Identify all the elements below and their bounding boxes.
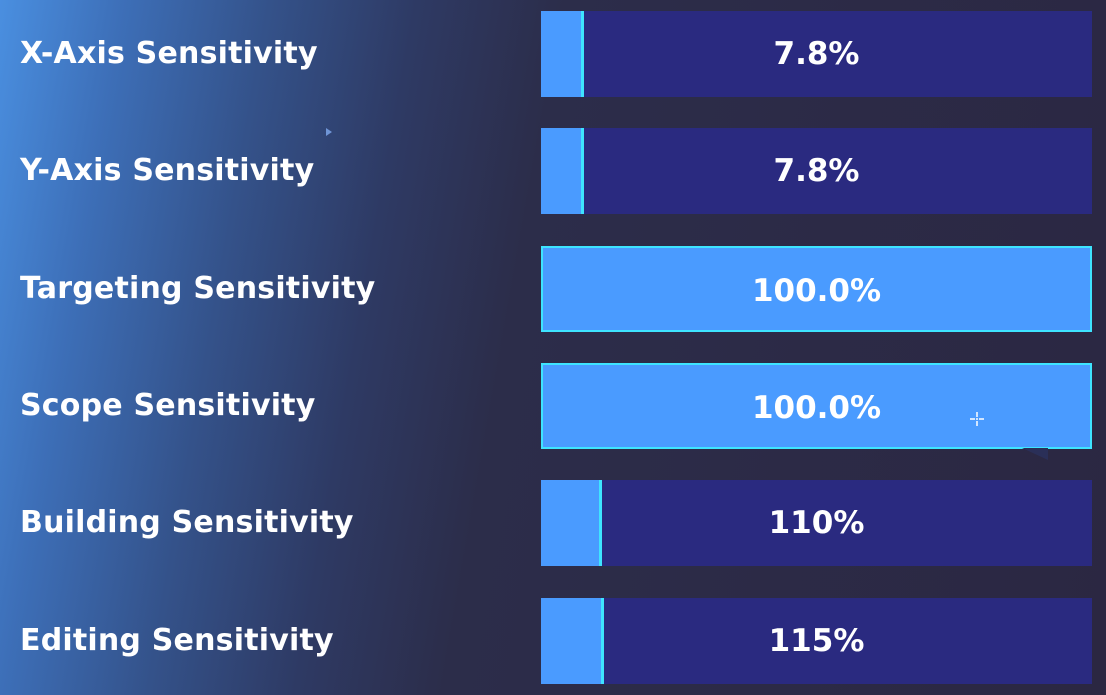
setting-label: X-Axis Sensitivity <box>20 36 318 71</box>
slider-value: 100.0% <box>751 390 882 426</box>
setting-row-y-axis-sensitivity: Y-Axis Sensitivity 7.8% <box>0 128 1106 214</box>
setting-label: Building Sensitivity <box>20 505 354 540</box>
targeting-sensitivity-slider[interactable]: 100.0% <box>541 246 1092 332</box>
crosshair-cursor-icon <box>970 412 984 426</box>
editing-sensitivity-slider[interactable]: 115% <box>541 598 1092 684</box>
setting-row-scope-sensitivity: Scope Sensitivity 100.0% <box>0 363 1106 449</box>
y-axis-sensitivity-slider[interactable]: 7.8% <box>541 128 1092 214</box>
setting-row-editing-sensitivity: Editing Sensitivity 115% <box>0 598 1106 684</box>
setting-row-targeting-sensitivity: Targeting Sensitivity 100.0% <box>0 246 1106 332</box>
decorative-arrow-icon <box>326 128 332 136</box>
scope-sensitivity-slider[interactable]: 100.0% <box>541 363 1092 449</box>
slider-value: 100.0% <box>751 273 882 309</box>
x-axis-sensitivity-slider[interactable]: 7.8% <box>541 11 1092 97</box>
setting-row-building-sensitivity: Building Sensitivity 110% <box>0 480 1106 566</box>
slider-value: 115% <box>768 623 865 659</box>
slider-value: 110% <box>768 505 865 541</box>
setting-label: Y-Axis Sensitivity <box>20 153 315 188</box>
setting-label: Targeting Sensitivity <box>20 271 376 306</box>
setting-label: Scope Sensitivity <box>20 388 316 423</box>
setting-row-x-axis-sensitivity: X-Axis Sensitivity 7.8% <box>0 11 1106 97</box>
decorative-triangle <box>1022 448 1048 460</box>
slider-value: 7.8% <box>773 153 860 189</box>
sensitivity-settings-list: X-Axis Sensitivity 7.8% Y-Axis Sensitivi… <box>0 0 1106 695</box>
slider-value: 7.8% <box>773 36 860 72</box>
setting-label: Editing Sensitivity <box>20 623 334 658</box>
building-sensitivity-slider[interactable]: 110% <box>541 480 1092 566</box>
